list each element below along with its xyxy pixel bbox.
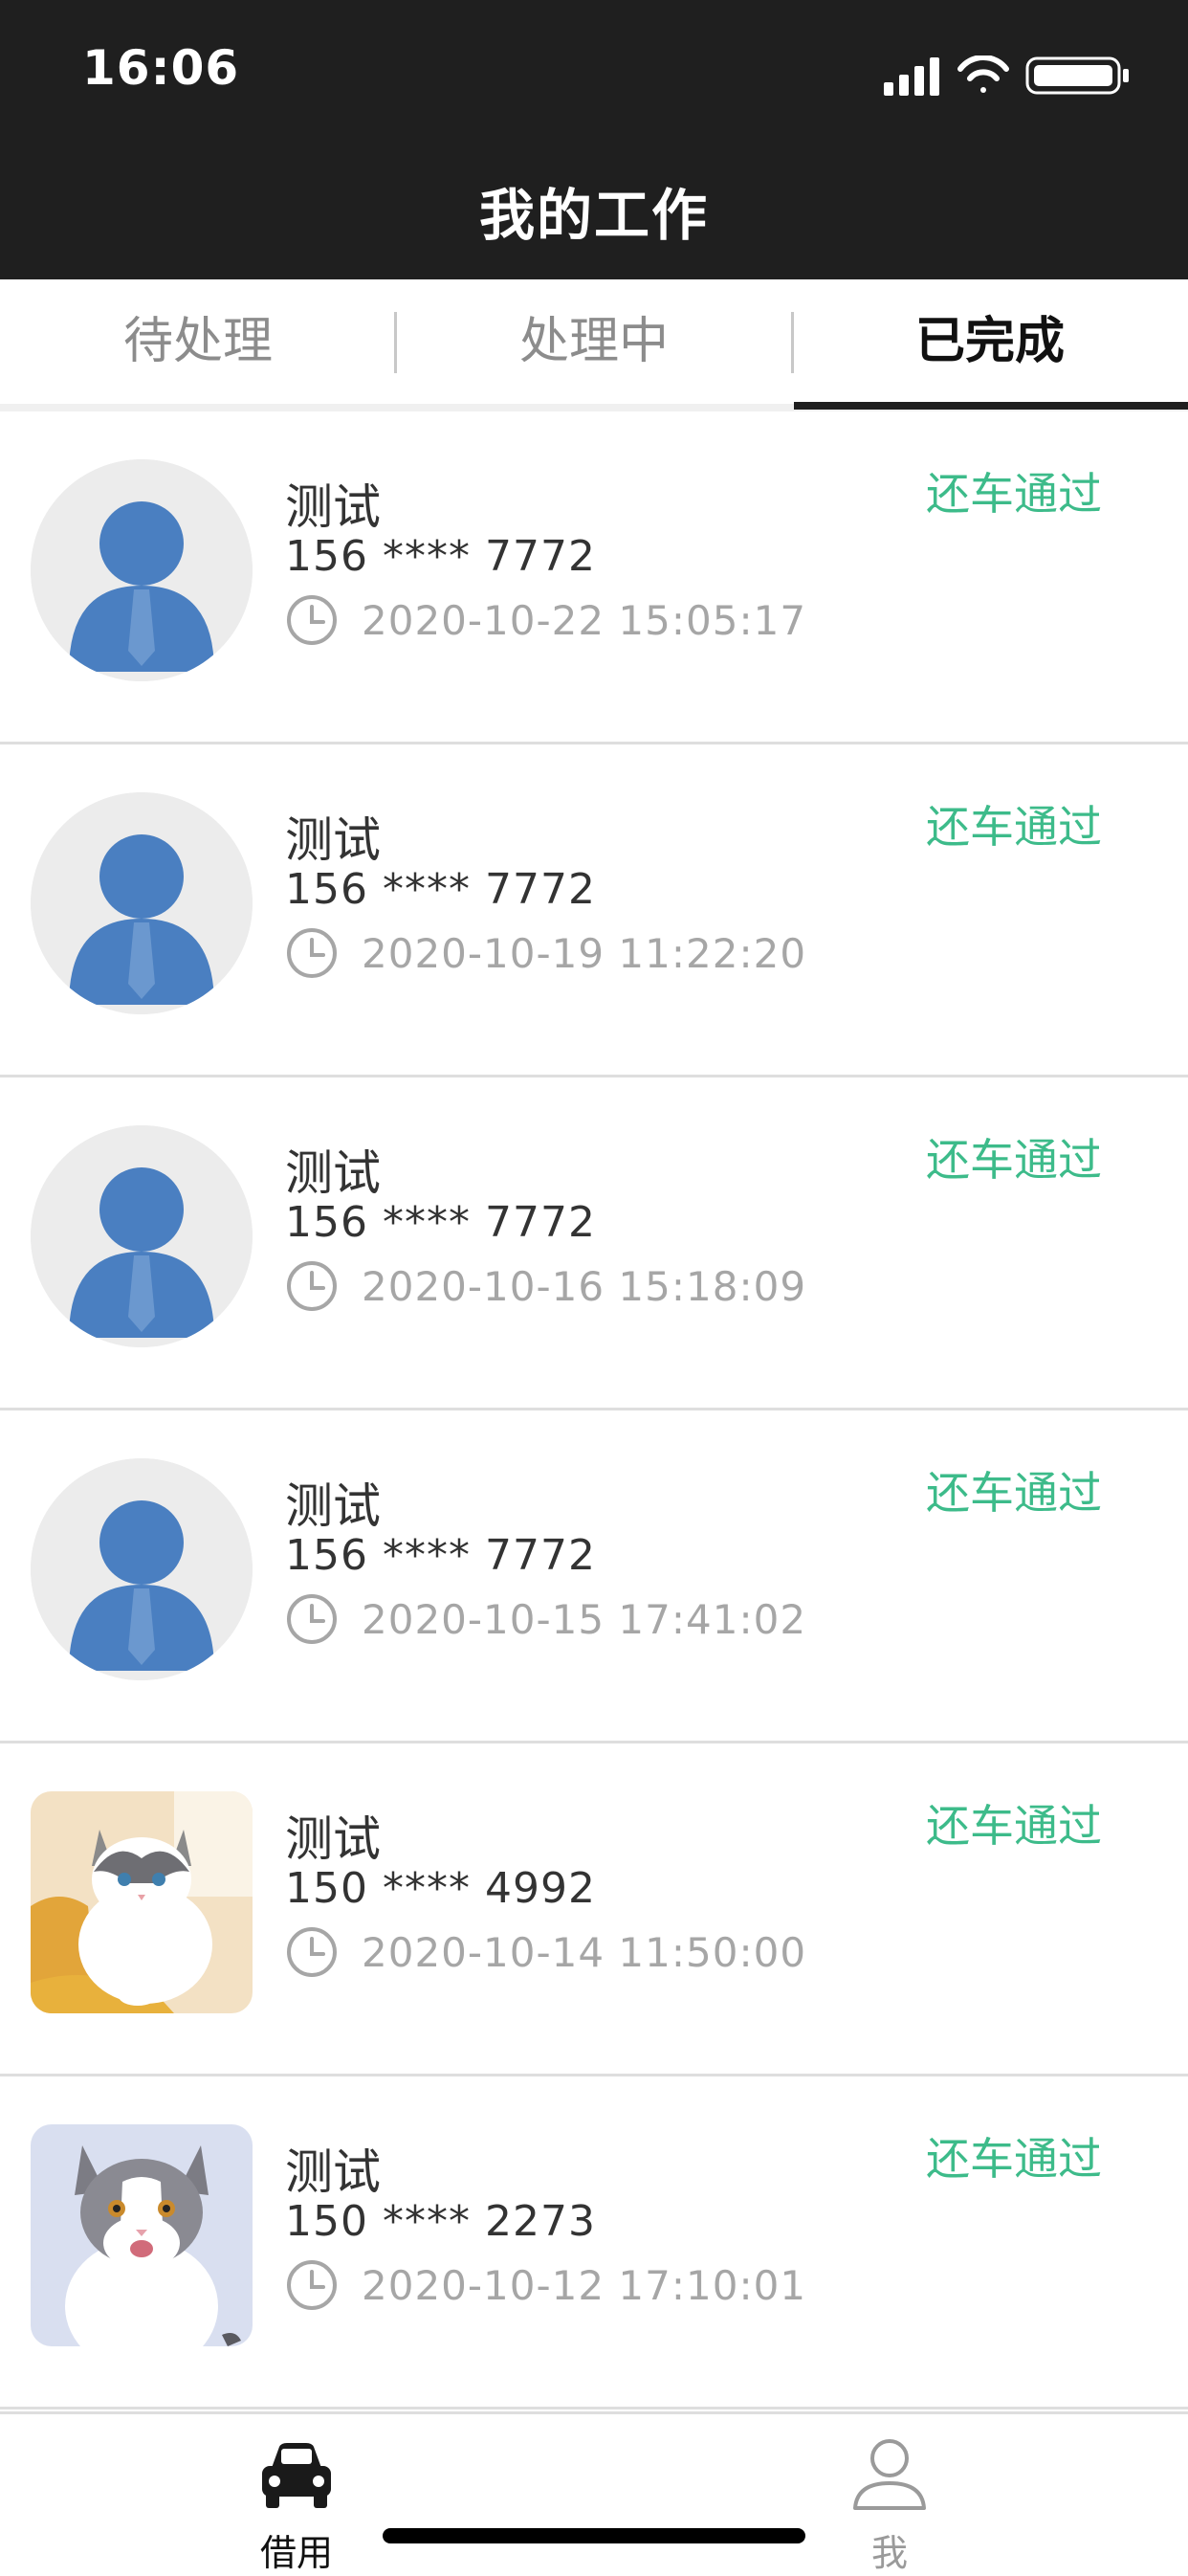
bottom-tab-borrow[interactable]: 借用 [201,2433,392,2574]
phone-number: 150 **** 4992 [285,1864,596,1913]
person-name: 测试 [285,1145,381,1201]
default-person-avatar-icon [31,1125,253,1347]
active-tab-indicator [794,402,1188,410]
phone-number: 156 **** 7772 [285,1531,596,1580]
phone-number: 156 **** 7772 [285,532,596,581]
bottom-tab-label: 借用 [259,2532,333,2574]
status-badge: 还车通过 [926,1800,1102,1852]
list-item[interactable]: 测试 156 **** 7772 2020-10-22 15:05:17 还车通… [0,411,1188,744]
default-person-avatar-icon [31,459,253,681]
clock-icon [287,928,337,978]
status-bar: 16:06 [0,0,1188,144]
tab-completed[interactable]: 已完成 [792,279,1188,404]
clock-icon [287,1261,337,1311]
nav-bar: 我的工作 [0,144,1188,279]
phone-number: 150 **** 2273 [285,2197,596,2246]
person-name: 测试 [285,1811,381,1867]
cellular-signal-icon [884,57,939,96]
status-badge: 还车通过 [926,801,1102,853]
avatar [31,1458,253,1680]
clock-icon [287,1927,337,1977]
list-item[interactable]: 测试 150 **** 4992 2020-10-14 11:50:00 还车通… [0,1743,1188,2076]
phone-number: 156 **** 7772 [285,865,596,914]
battery-icon [1025,56,1129,95]
list-item[interactable]: 测试 156 **** 7772 2020-10-16 15:18:09 还车通… [0,1077,1188,1410]
record-list: 测试 156 **** 7772 2020-10-22 15:05:17 还车通… [0,411,1188,2409]
tab-bar: 待处理 处理中 已完成 [0,279,1188,411]
timestamp: 2020-10-19 11:22:20 [362,930,807,977]
avatar [31,2124,253,2346]
avatar [31,792,253,1014]
cat-photo-avatar-icon [31,1791,253,2013]
status-icons [884,56,1129,96]
timestamp: 2020-10-14 11:50:00 [362,1929,807,1976]
bottom-tab-bar: 借用 我 [0,2411,1188,2575]
status-badge: 还车通过 [926,1134,1102,1186]
page-title: 我的工作 [478,183,709,248]
person-name: 测试 [285,812,381,868]
car-icon [262,2443,331,2508]
clock-icon [287,2260,337,2310]
timestamp: 2020-10-16 15:18:09 [362,1263,807,1310]
clock-icon [287,595,337,645]
phone-number: 156 **** 7772 [285,1198,596,1247]
list-item[interactable]: 测试 156 **** 7772 2020-10-19 11:22:20 还车通… [0,744,1188,1077]
person-name: 测试 [285,2144,381,2200]
avatar [31,1791,253,2013]
tab-processing[interactable]: 处理中 [396,279,792,404]
wifi-icon [957,56,1009,93]
clock-icon [287,1594,337,1644]
bottom-tab-label: 我 [870,2532,908,2574]
tab-pending[interactable]: 待处理 [0,279,396,404]
timestamp: 2020-10-12 17:10:01 [362,2262,807,2309]
status-badge: 还车通过 [926,2133,1102,2185]
timestamp: 2020-10-22 15:05:17 [362,597,807,644]
timestamp: 2020-10-15 17:41:02 [362,1596,807,1643]
default-person-avatar-icon [31,792,253,1014]
avatar [31,1125,253,1347]
person-name: 测试 [285,1478,381,1534]
bottom-tab-me[interactable]: 我 [794,2433,985,2574]
home-indicator [383,2528,805,2543]
list-item[interactable]: 测试 150 **** 2273 2020-10-12 17:10:01 还车通… [0,2076,1188,2409]
default-person-avatar-icon [31,1458,253,1680]
avatar [31,459,253,681]
person-icon [853,2439,926,2510]
status-badge: 还车通过 [926,468,1102,520]
person-name: 测试 [285,479,381,535]
status-badge: 还车通过 [926,1467,1102,1519]
status-time: 16:06 [82,40,240,96]
list-item[interactable]: 测试 156 **** 7772 2020-10-15 17:41:02 还车通… [0,1410,1188,1743]
cat-photo-avatar-icon [31,2124,253,2346]
